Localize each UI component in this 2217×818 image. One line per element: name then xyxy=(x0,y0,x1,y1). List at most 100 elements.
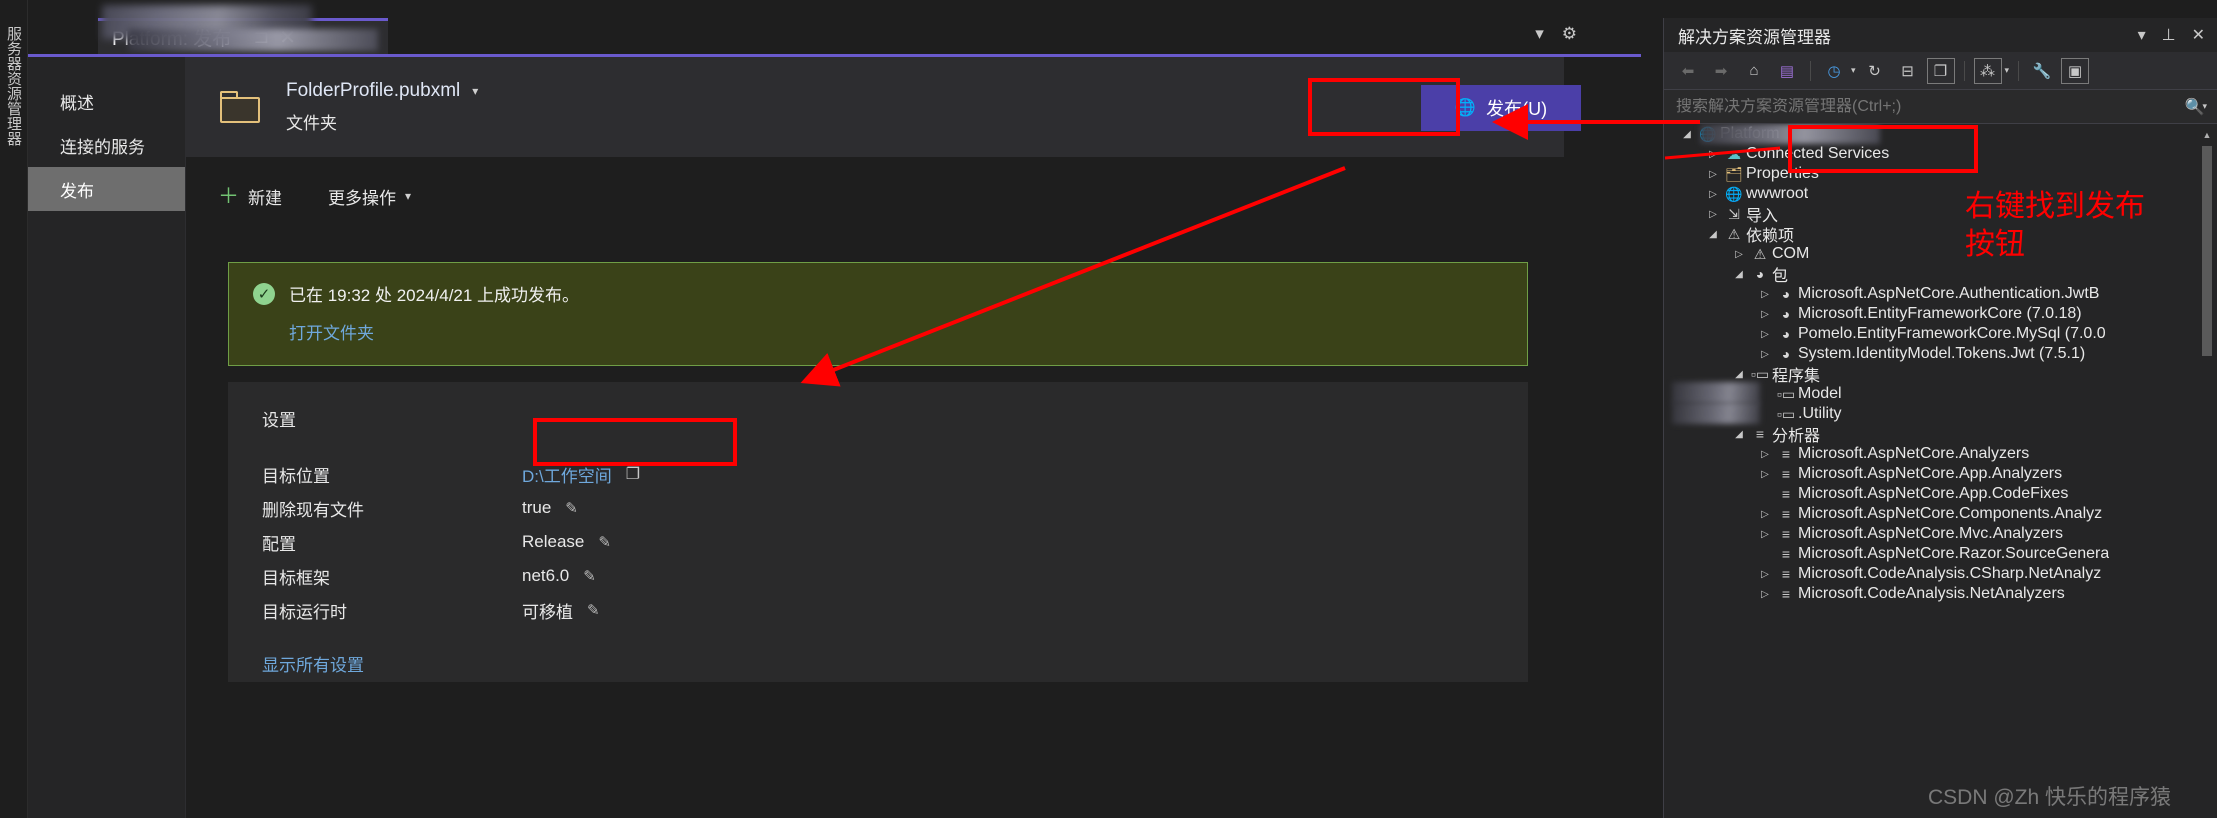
pin-icon[interactable]: ⊥ xyxy=(2162,25,2176,45)
twisty-collapsed-icon[interactable]: ▷ xyxy=(1756,309,1774,320)
twisty-collapsed-icon[interactable]: ▷ xyxy=(1756,509,1774,520)
tree-item[interactable]: ◢🌐Platform xyxy=(1664,124,2204,144)
tree-item[interactable]: ◢ ≡ 分析器 xyxy=(1664,424,2204,445)
tree-item[interactable]: ▷ ≡ Microsoft.AspNetCore.Analyzers xyxy=(1664,444,2204,464)
profile-name-row[interactable]: FolderProfile.pubxml ▾ xyxy=(286,80,478,102)
twisty-collapsed-icon[interactable]: ▷ xyxy=(1756,569,1774,580)
tree-item-label: Microsoft.CodeAnalysis.NetAnalyzers xyxy=(1798,585,2065,602)
tree-item[interactable]: ▷ ☁ Connected Services xyxy=(1664,144,2204,164)
tree-item-label: Microsoft.AspNetCore.Analyzers xyxy=(1798,445,2030,462)
pending-changes-icon[interactable]: ◷ xyxy=(1820,58,1848,84)
analyzer-lock-icon: ≡ xyxy=(1781,586,1791,602)
twisty-expanded-icon[interactable]: ◢ xyxy=(1704,229,1722,240)
sidebar-item-overview[interactable]: 概述 xyxy=(28,79,185,123)
chevron-down-icon[interactable]: ▾ xyxy=(2138,25,2146,45)
setting-value[interactable]: D:\工作空间 ❐ xyxy=(522,462,640,487)
twisty-expanded-icon[interactable]: ◢ xyxy=(1730,429,1748,440)
tree-item[interactable]: ▷ 🗂 Properties xyxy=(1664,164,2204,184)
tree-item[interactable]: ▷ ◕ Pomelo.EntityFrameworkCore.MySql (7.0.… xyxy=(1664,324,2204,344)
setting-value: net6.0 ✎ xyxy=(522,566,596,586)
tree-item[interactable]: ≡ Microsoft.AspNetCore.App.CodeFixes xyxy=(1664,484,2204,504)
tree-item[interactable]: ▷ ◕ System.IdentityModel.Tokens.Jwt (7.5.1… xyxy=(1664,344,2204,364)
new-profile-button[interactable]: ＋ 新建 xyxy=(218,184,282,209)
settings-title: 设置 xyxy=(262,411,296,430)
tree-item[interactable]: ▷ ◕ Microsoft.EntityFrameworkCore (7.0.18) xyxy=(1664,304,2204,324)
search-icon[interactable]: 🔍 xyxy=(2185,97,2205,117)
pin-icon[interactable]: ⊐ xyxy=(253,26,269,49)
chevron-down-icon[interactable]: ▾ xyxy=(2202,101,2207,112)
pencil-icon[interactable]: ✎ xyxy=(583,567,596,585)
sidebar-item-publish[interactable]: 发布 xyxy=(28,167,185,211)
tree-item[interactable]: ▫▭ Model xyxy=(1664,382,2204,404)
chevron-down-icon[interactable]: ▾ xyxy=(2005,65,2010,76)
tree-item[interactable]: ◢ ⚠ 依赖项 xyxy=(1664,224,2204,246)
tree-item[interactable]: ▷ ◕ Microsoft.AspNetCore.Authentication.Jw… xyxy=(1664,284,2204,304)
tree-item[interactable]: ≡ Microsoft.AspNetCore.Razor.SourceGenera xyxy=(1664,544,2204,564)
check-circle-icon: ✓ xyxy=(253,282,275,305)
tree-item[interactable]: ▷ ⇲ 导入 xyxy=(1664,204,2204,226)
tree-item[interactable]: ▷ ≡ Microsoft.AspNetCore.App.Analyzers xyxy=(1664,464,2204,484)
twisty-collapsed-icon[interactable]: ▷ xyxy=(1756,529,1774,540)
show-all-files-icon[interactable]: ❐ xyxy=(1926,57,1955,84)
tree-item[interactable]: ▷ ≡ Microsoft.AspNetCore.Mvc.Analyzers xyxy=(1664,524,2204,544)
tab-publish[interactable]: Platform: 发布 ⊐ ✕ xyxy=(98,5,388,54)
twisty-expanded-icon[interactable]: ◢ xyxy=(1730,369,1748,380)
twisty-collapsed-icon[interactable]: ▷ xyxy=(1756,589,1774,600)
tree-item[interactable]: ▷ ≡ Microsoft.CodeAnalysis.CSharp.NetAnaly… xyxy=(1664,564,2204,584)
twisty-collapsed-icon[interactable]: ▷ xyxy=(1704,209,1722,220)
twisty-collapsed-icon[interactable]: ▷ xyxy=(1756,469,1774,480)
chevron-down-icon[interactable]: ▾ xyxy=(472,84,478,98)
forward-arrow-icon[interactable]: ➡ xyxy=(1707,58,1735,84)
sidebar-item-connected-services[interactable]: 连接的服务 xyxy=(28,123,185,167)
twisty-collapsed-icon[interactable]: ▷ xyxy=(1756,329,1774,340)
twisty-expanded-icon[interactable]: ◢ xyxy=(1678,129,1696,140)
chevron-down-icon[interactable]: ▾ xyxy=(1851,65,1856,76)
open-folder-link[interactable]: 打开文件夹 xyxy=(289,319,1527,344)
properties-wrench-icon[interactable]: 🔧 xyxy=(2028,58,2056,84)
tree-item[interactable]: ◢ ▫▭ 程序集 xyxy=(1664,364,2204,386)
tree-item[interactable]: ▷ ≡ Microsoft.AspNetCore.Components.Analyz xyxy=(1664,504,2204,524)
scroll-up-arrow[interactable]: ▲ xyxy=(2202,130,2212,140)
close-icon[interactable]: ✕ xyxy=(279,25,296,50)
view-code-map-icon[interactable]: ⁂ xyxy=(1973,57,2002,84)
close-icon[interactable]: ✕ xyxy=(2192,25,2205,45)
copy-icon[interactable]: ❐ xyxy=(626,464,640,484)
chevron-down-icon[interactable]: ▾ xyxy=(1535,24,1544,44)
pencil-icon[interactable]: ✎ xyxy=(565,499,578,517)
tree-item[interactable]: ▷ 🌐 wwwroot xyxy=(1664,184,2204,204)
tree-item[interactable]: ▷ ≡ Microsoft.CodeAnalysis.NetAnalyzers xyxy=(1664,584,2204,604)
server-explorer-dock-label: 服务器资源管理器 xyxy=(5,26,22,146)
twisty-collapsed-icon[interactable]: ▷ xyxy=(1704,149,1722,160)
show-all-settings-link[interactable]: 显示所有设置 xyxy=(262,651,1528,676)
solution-explorer-search[interactable]: 🔍 ▾ xyxy=(1664,90,2217,124)
tree-item-label: Pomelo.EntityFrameworkCore.MySql (7.0.0 xyxy=(1798,325,2106,342)
pencil-icon[interactable]: ✎ xyxy=(587,601,600,619)
gear-icon[interactable]: ⚙ xyxy=(1562,24,1577,44)
back-arrow-icon[interactable]: ⬅ xyxy=(1674,58,1702,84)
twisty-collapsed-icon[interactable]: ▷ xyxy=(1730,249,1748,260)
tree-item[interactable]: ◢ ◕ 包 xyxy=(1664,264,2204,285)
tree-item[interactable]: ▷ ⚠ COM xyxy=(1664,244,2204,264)
tree-scrollbar[interactable]: ▲ xyxy=(2201,130,2213,818)
twisty-expanded-icon[interactable]: ◢ xyxy=(1730,269,1748,280)
preview-selected-items-icon[interactable]: ▣ xyxy=(2061,57,2090,84)
scroll-thumb[interactable] xyxy=(2202,146,2212,356)
tree-item-label: 分析器 xyxy=(1772,428,1821,445)
refresh-icon[interactable]: ↻ xyxy=(1861,58,1889,84)
publish-button[interactable]: 🌐 发布(U) xyxy=(1421,85,1581,131)
twisty-collapsed-icon[interactable]: ▷ xyxy=(1756,349,1774,360)
twisty-collapsed-icon[interactable]: ▷ xyxy=(1704,169,1722,180)
collapse-all-icon[interactable]: ⊟ xyxy=(1894,58,1922,84)
more-actions-button[interactable]: 更多操作 ▾ xyxy=(328,184,411,209)
twisty-collapsed-icon[interactable]: ▷ xyxy=(1704,189,1722,200)
vs-solution-icon[interactable]: ▤ xyxy=(1773,58,1801,84)
home-icon[interactable]: ⌂ xyxy=(1740,58,1768,84)
twisty-collapsed-icon[interactable]: ▷ xyxy=(1756,449,1774,460)
server-explorer-dock[interactable]: 服务器资源管理器 xyxy=(0,0,28,818)
twisty-collapsed-icon[interactable]: ▷ xyxy=(1756,289,1774,300)
search-input[interactable] xyxy=(1676,97,2185,116)
pencil-icon[interactable]: ✎ xyxy=(598,533,611,551)
tree-item[interactable]: ▫▭ .Utility xyxy=(1664,402,2204,424)
publish-action-row: ＋ 新建 更多操作 ▾ xyxy=(186,172,1564,220)
publish-settings-panel: 设置 目标位置 D:\工作空间 ❐ 删除现有文件 true ✎ 配置 Relea… xyxy=(228,382,1528,682)
